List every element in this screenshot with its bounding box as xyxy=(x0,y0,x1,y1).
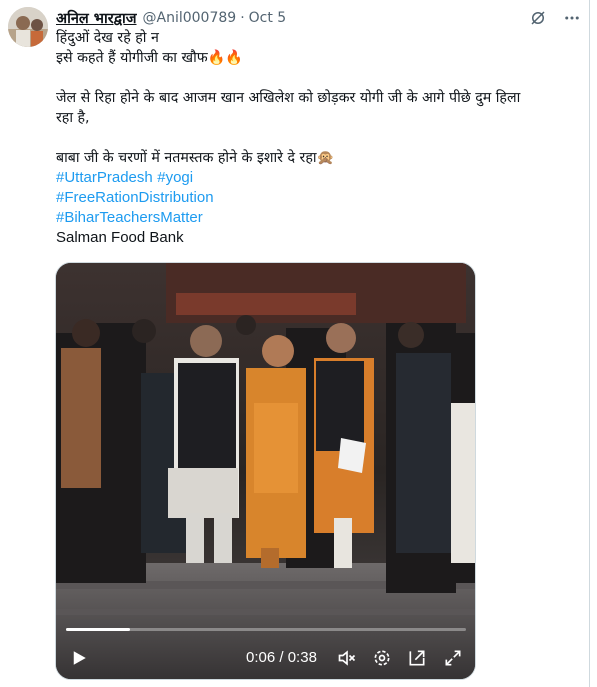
separator: · xyxy=(240,10,245,26)
tweet-card[interactable]: अनिल भारद्वाज @Anil000789 · Oct 5 हिंदुओ… xyxy=(0,0,590,687)
hashtag-link[interactable]: #yogi xyxy=(157,169,193,186)
duration: 0:38 xyxy=(287,649,317,666)
grok-icon[interactable] xyxy=(528,8,548,28)
author-handle[interactable]: @Anil000789 xyxy=(143,10,237,26)
hashtag-link[interactable]: #BiharTeachersMatter xyxy=(56,209,203,226)
author-name[interactable]: अनिल भारद्वाज xyxy=(56,8,137,28)
settings-icon[interactable] xyxy=(371,647,393,669)
avatar[interactable] xyxy=(8,7,48,47)
play-icon[interactable] xyxy=(68,647,90,669)
video-controls: 0:06 / 0:38 xyxy=(56,643,475,673)
text-line: Salman Food Bank xyxy=(56,229,184,246)
video-player[interactable]: 0:06 / 0:38 xyxy=(55,262,476,680)
video-frame xyxy=(56,263,475,679)
text-line: बाबा जी के चरणों में नतमस्तक होने के इशा… xyxy=(56,150,335,166)
current-time: 0:06 xyxy=(246,649,276,666)
tweet-date[interactable]: Oct 5 xyxy=(249,10,287,26)
text-line: रहा है, xyxy=(56,110,90,126)
more-icon[interactable] xyxy=(562,8,582,28)
header-actions xyxy=(528,8,582,28)
time-separator: / xyxy=(279,649,284,666)
text-line: जेल से रिहा होने के बाद आजम खान अखिलेश क… xyxy=(56,90,521,106)
video-progress-bar[interactable] xyxy=(66,628,466,631)
tweet-header: अनिल भारद्वाज @Anil000789 · Oct 5 xyxy=(56,7,286,29)
text-line: इसे कहते हैं योगीजी का खौफ🔥🔥 xyxy=(56,50,244,66)
tweet-text: हिंदुओं देख रहे हो न इसे कहते हैं योगीजी… xyxy=(56,28,582,248)
mute-icon[interactable] xyxy=(336,647,358,669)
hashtag-link[interactable]: #UttarPradesh xyxy=(56,169,153,186)
video-time: 0:06 / 0:38 xyxy=(246,649,317,666)
picture-in-picture-icon[interactable] xyxy=(406,647,428,669)
video-progress-fill xyxy=(66,628,130,631)
divider xyxy=(589,0,590,687)
text-line: हिंदुओं देख रहे हो न xyxy=(56,30,159,46)
fullscreen-icon[interactable] xyxy=(442,647,464,669)
hashtag-link[interactable]: #FreeRationDistribution xyxy=(56,189,214,206)
